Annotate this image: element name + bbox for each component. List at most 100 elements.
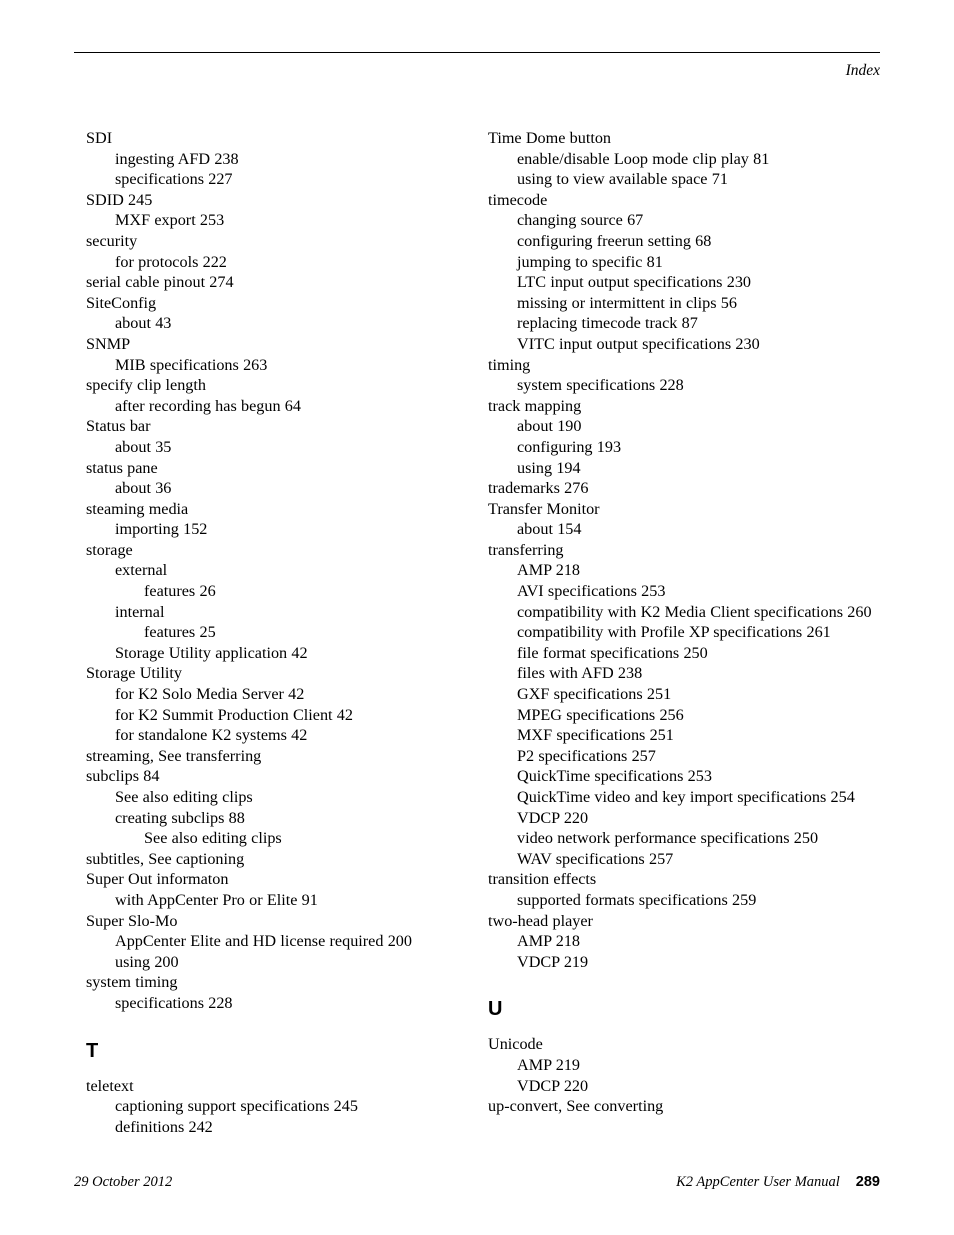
index-entry-sub: missing or intermittent in clips 56 — [517, 293, 737, 312]
index-entry-main: SDID 245 — [86, 190, 153, 209]
index-entry-sub: after recording has begun 64 — [115, 396, 301, 415]
index-entry-sub: about 190 — [517, 417, 582, 436]
index-entry-sub: P2 specifications 257 — [517, 746, 656, 765]
index-entry-sub: definitions 242 — [115, 1117, 213, 1136]
index-entry-sub: importing 152 — [115, 520, 208, 539]
index-entry-sub: configuring 193 — [517, 437, 622, 456]
index-entry-sub: WAV specifications 257 — [517, 849, 674, 868]
index-entry-sub: for standalone K2 systems 42 — [115, 726, 308, 745]
index-entry-sub: MXF export 253 — [115, 211, 225, 230]
index-entry-sub: GXF specifications 251 — [517, 685, 672, 704]
index-entry-sub: using 200 — [115, 952, 179, 971]
index-entry-sub: MIB specifications 263 — [115, 355, 268, 374]
index-entry-sub: using to view available space 71 — [517, 170, 728, 189]
index-entry-sub: with AppCenter Pro or Elite 91 — [115, 890, 318, 909]
index-entry-sub: about 154 — [517, 520, 582, 539]
index-entry-main: serial cable pinout 274 — [86, 273, 234, 292]
index-entry-sub: captioning support specifications 245 — [115, 1097, 358, 1116]
index-entry-sub: AMP 218 — [517, 561, 581, 580]
index-entry-sub: VDCP 219 — [517, 952, 589, 971]
index-entry-sub: replacing timecode track 87 — [517, 314, 698, 333]
index-entry-main: subclips 84 — [86, 767, 160, 786]
index-entry-main: streaming, See transferring — [86, 746, 262, 765]
index-page: Index SDI ingesting AFD 238 specifications… — [0, 0, 954, 1235]
index-entry-sub: ingesting AFD 238 — [115, 149, 239, 168]
index-entry-sub: supported formats specifications 259 — [517, 890, 757, 909]
page-footer: 29 October 2012 K2 AppCenter User Manual… — [74, 1172, 880, 1192]
index-entry-sub: specifications 227 — [115, 170, 233, 189]
index-entry-main: two-head player — [488, 911, 593, 930]
index-entry-main: timecode — [488, 190, 548, 209]
index-entry-sub: VITC input output specifications 230 — [517, 334, 760, 353]
index-entry-main: security — [86, 231, 138, 250]
index-entry-sub: QuickTime video and key import specifica… — [517, 788, 855, 806]
index-entry-sub: Storage Utility application 42 — [115, 643, 308, 662]
footer-date: 29 October 2012 — [74, 1174, 173, 1190]
index-letter-heading: U — [488, 998, 503, 1021]
index-entry-sub: changing source 67 — [517, 211, 644, 230]
index-entry-main: Status bar — [86, 417, 151, 436]
index-entry-main: Transfer Monitor — [488, 499, 600, 518]
index-entry-main: up-convert, See converting — [488, 1097, 664, 1116]
index-entry-sub: See also editing clips — [115, 788, 253, 806]
index-entry-sub: creating subclips 88 — [115, 808, 245, 827]
index-entry-sub: specifications 228 — [115, 993, 233, 1012]
index-entry-sub: See also editing clips — [144, 829, 282, 848]
index-entry-sub: MPEG specifications 256 — [517, 705, 684, 724]
index-entry-sub: LTC input output specifications 230 — [517, 273, 752, 292]
header-divider — [74, 52, 880, 53]
index-entry-sub: about 43 — [115, 314, 172, 333]
index-entry-main: Super Out informaton — [86, 870, 229, 889]
index-entry-main: Super Slo-Mo — [86, 911, 178, 930]
index-entry-sub: using 194 — [517, 458, 581, 477]
index-entry-sub: MXF specifications 251 — [517, 726, 674, 745]
index-entry-sub: file format specifications 250 — [517, 643, 708, 662]
index-entry-main: Unicode — [488, 1035, 543, 1054]
index-entry-sub: enable/disable Loop mode clip play 81 — [517, 149, 770, 168]
index-entry-sub: AVI specifications 253 — [517, 582, 666, 601]
index-entry-main: specify clip length — [86, 376, 206, 395]
index-entry-main: storage — [86, 540, 133, 559]
index-entry-main: status pane — [86, 458, 158, 477]
index-entry-main: Time Dome button — [488, 129, 612, 147]
index-entry-sub: for protocols 222 — [115, 252, 227, 271]
index-entry-sub: external — [115, 561, 168, 580]
index-entry-sub: VDCP 220 — [517, 808, 589, 827]
index-entry-sub: VDCP 220 — [517, 1076, 589, 1095]
index-letter-heading: T — [86, 1039, 99, 1062]
index-entry-sub: jumping to specific 81 — [517, 252, 663, 271]
index-entry-main: track mapping — [488, 396, 582, 415]
index-entry-sub: for K2 Summit Production Client 42 — [115, 705, 353, 724]
index-entry-sub: about 35 — [115, 437, 172, 456]
footer-manual-title: K2 AppCenter User Manual — [676, 1174, 840, 1190]
index-entry-sub: about 36 — [115, 479, 172, 498]
index-entry-sub: system specifications 228 — [517, 376, 684, 395]
index-entry-main: steaming media — [86, 499, 189, 518]
index-entry-sub: AppCenter Elite and HD license required … — [115, 932, 412, 951]
index-column-left: SDI ingesting AFD 238 specifications 227 SD… — [86, 128, 464, 1137]
index-entry-main: system timing — [86, 973, 178, 992]
index-entry-sub: QuickTime specifications 253 — [517, 767, 712, 786]
index-entry-sub: files with AFD 238 — [517, 664, 643, 683]
index-entry-main: transferring — [488, 540, 564, 559]
index-entry-sub: video network performance specifications… — [517, 829, 819, 848]
index-entry-sub: AMP 219 — [517, 1055, 581, 1074]
index-entry-sub: features 26 — [144, 582, 216, 601]
index-entry-main: transition effects — [488, 870, 597, 889]
index-entry-main: teletext — [86, 1076, 134, 1095]
footer-page-number: 289 — [855, 1174, 880, 1190]
index-entry-sub: configuring freerun setting 68 — [517, 231, 712, 250]
index-entry-sub: for K2 Solo Media Server 42 — [115, 685, 305, 704]
index-entry-sub: features 25 — [144, 623, 216, 642]
index-entry-sub: AMP 218 — [517, 932, 581, 951]
index-entry-main: SiteConfig — [86, 293, 157, 312]
index-entry-main: SNMP — [86, 334, 131, 353]
index-entry-main: Storage Utility — [86, 664, 182, 683]
running-header-title: Index — [845, 62, 880, 79]
index-entry-main: SDI — [86, 129, 113, 147]
index-entry-sub: compatibility with Profile XP specificat… — [517, 623, 831, 642]
index-column-right: Time Dome button enable/disable Loop mode… — [488, 128, 880, 1117]
index-entry-main: timing — [488, 355, 531, 374]
index-entry-main: trademarks 276 — [488, 479, 589, 498]
index-entry-sub: compatibility with K2 Media Client speci… — [517, 602, 872, 621]
